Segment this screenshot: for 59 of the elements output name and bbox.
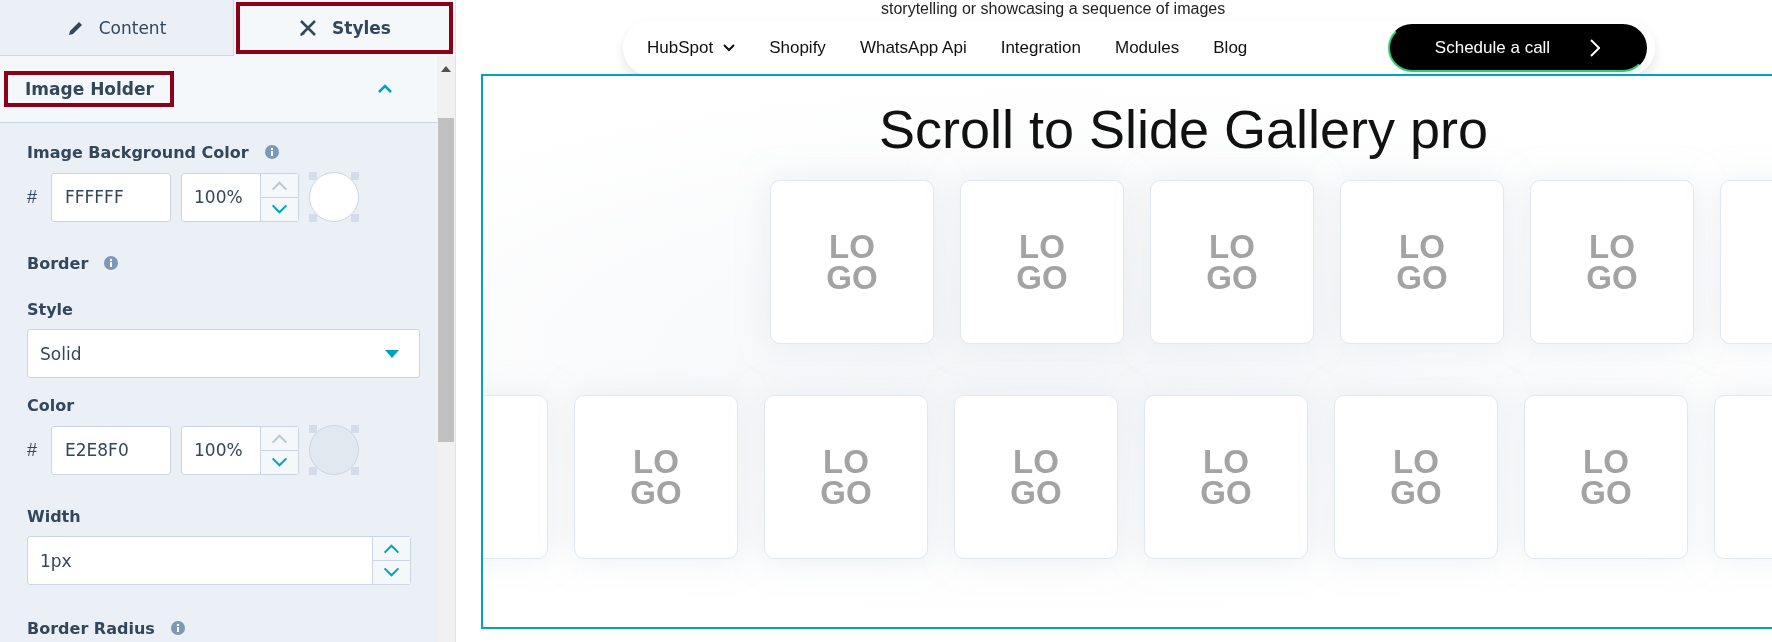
- tab[interactable]: Styles: [234, 0, 455, 56]
- field-label: Image Background Color: [27, 142, 249, 162]
- logo-text: GO: [1396, 262, 1448, 294]
- schedule-button[interactable]: Schedule a call: [1388, 24, 1647, 72]
- caption-text: storytelling or showcasing a sequence of images: [881, 0, 1226, 18]
- nav-link[interactable]: Shopify: [769, 38, 826, 58]
- logo-text: LO: [1583, 445, 1629, 477]
- info-icon[interactable]: [264, 145, 279, 159]
- hex-input[interactable]: E2E8F0: [51, 425, 171, 475]
- field-label: Color: [27, 395, 75, 415]
- chevron-up-icon[interactable]: [377, 84, 393, 94]
- logo-text: LO: [1393, 445, 1439, 477]
- nav-link[interactable]: WhatsApp Api: [859, 38, 967, 58]
- logo-text: LO: [1013, 445, 1059, 477]
- tab[interactable]: Content: [0, 0, 234, 56]
- section-title: Image Holder: [6, 73, 172, 105]
- logo-text: LO: [823, 445, 869, 477]
- logo-text: LO: [1203, 445, 1249, 477]
- scrollbar[interactable]: [437, 56, 455, 642]
- logo-text: GO: [1010, 477, 1062, 509]
- color-swatch[interactable]: [309, 425, 359, 475]
- logo-text: GO: [820, 477, 872, 509]
- logo-text: GO: [1586, 262, 1638, 294]
- field-label: Border: [27, 253, 89, 273]
- logo-text: GO: [826, 262, 878, 294]
- nav-link[interactable]: HubSpot: [647, 38, 736, 58]
- logo-text: GO: [1390, 477, 1442, 509]
- logo-text: LO: [633, 445, 679, 477]
- style-dropdown[interactable]: Solid: [27, 329, 420, 378]
- width-input[interactable]: 1px: [27, 536, 411, 585]
- hex-input[interactable]: FFFFFF: [51, 172, 171, 222]
- color-swatch[interactable]: [309, 172, 359, 222]
- field-label: Style: [27, 299, 73, 319]
- logo-text: LO: [1399, 230, 1445, 262]
- logo-text: GO: [1016, 262, 1068, 294]
- scroll-up-arrow-icon[interactable]: [441, 66, 451, 72]
- logo-text: LO: [1209, 230, 1255, 262]
- caret-down-icon: [385, 349, 399, 358]
- opacity-input[interactable]: 100%: [181, 425, 299, 475]
- logo-text: LO: [1589, 230, 1635, 262]
- chevron-right-icon: [1590, 39, 1601, 57]
- gallery-title: Scroll to Slide Gallery pro: [877, 98, 1490, 160]
- hash-sign: #: [27, 186, 38, 208]
- logo-text: GO: [1580, 477, 1632, 509]
- info-icon[interactable]: [104, 256, 119, 270]
- crossed-brushes-icon: [298, 18, 319, 38]
- logo-text: GO: [630, 477, 682, 509]
- nav-link[interactable]: Integration: [1000, 38, 1081, 58]
- hash-sign: #: [27, 439, 38, 461]
- nav-link[interactable]: Blog: [1213, 38, 1248, 58]
- logo-text: LO: [1019, 230, 1065, 262]
- logo-text: LO: [829, 230, 875, 262]
- field-label: Border Radius: [27, 618, 155, 638]
- field-label: Width: [27, 506, 81, 526]
- nav-link[interactable]: Modules: [1115, 38, 1180, 58]
- opacity-input[interactable]: 100%: [181, 172, 299, 222]
- logo-text: GO: [1206, 262, 1258, 294]
- info-icon[interactable]: [170, 621, 185, 635]
- logo-text: GO: [1200, 477, 1252, 509]
